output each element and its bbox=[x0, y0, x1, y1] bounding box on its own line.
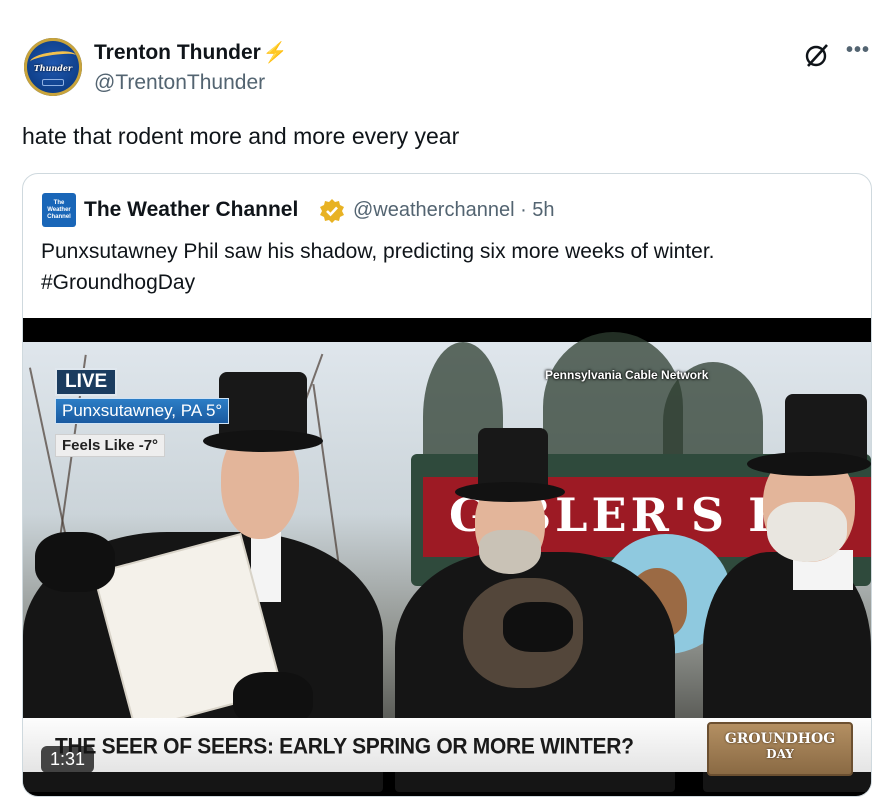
more-options-icon[interactable]: ••• bbox=[846, 40, 870, 64]
feels-like-badge: Feels Like -7° bbox=[55, 434, 166, 457]
avatar-logo-text: Thunder bbox=[33, 63, 73, 73]
lightning-bolt-icon: ⚡ bbox=[262, 42, 288, 64]
video-player[interactable]: G BLER'S K LIVE Punxsutawney, PA 5° Feel… bbox=[23, 318, 871, 796]
hashtag-link[interactable]: #GroundhogDay bbox=[41, 267, 841, 298]
tweet-text: hate that rodent more and more every yea… bbox=[22, 123, 460, 149]
groundhog-day-logo: GROUNDHOG DAY bbox=[707, 722, 853, 776]
quoted-author-avatar[interactable]: The Weather Channel bbox=[42, 193, 76, 227]
live-badge: LIVE bbox=[55, 368, 118, 396]
grok-icon[interactable] bbox=[802, 40, 832, 70]
author-handle[interactable]: @TrentonThunder bbox=[94, 71, 265, 95]
right-man-top-hat bbox=[747, 452, 871, 476]
quoted-tweet-text: Punxsutawney Phil saw his shadow, predic… bbox=[41, 236, 841, 298]
avatar-logo-base bbox=[42, 79, 64, 86]
quoted-handle-timestamp[interactable]: @weatherchannel · 5h bbox=[353, 199, 555, 222]
lower-third-text: THE SEER OF SEERS: EARLY SPRING OR MORE … bbox=[55, 734, 634, 759]
middle-man-top-hat bbox=[455, 482, 565, 502]
network-credit: Pennsylvania Cable Network bbox=[545, 368, 709, 382]
verified-badge-icon bbox=[320, 199, 344, 223]
video-duration: 1:31 bbox=[41, 746, 95, 773]
left-man-top-hat bbox=[203, 430, 323, 452]
author-name[interactable]: Trenton Thunder ⚡ bbox=[94, 40, 288, 65]
location-temperature-badge: Punxsutawney, PA 5° bbox=[55, 398, 230, 424]
quoted-tweet-card[interactable]: The Weather Channel The Weather Channel … bbox=[22, 173, 872, 797]
author-avatar[interactable]: Thunder bbox=[24, 38, 82, 96]
quoted-author-name[interactable]: The Weather Channel bbox=[84, 198, 298, 222]
